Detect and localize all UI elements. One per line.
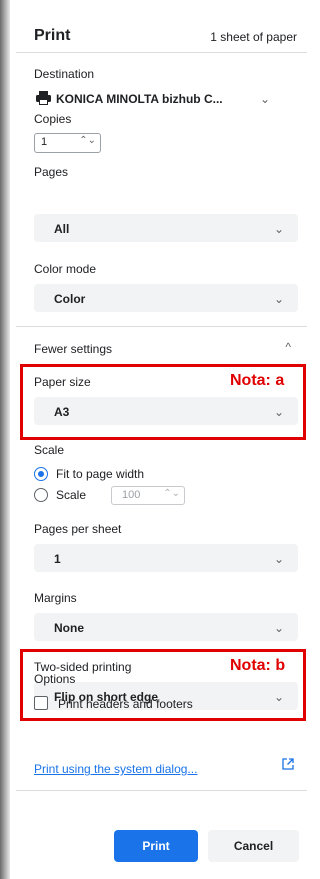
copies-label: Copies: [34, 112, 72, 126]
section-divider: [16, 326, 307, 327]
color-mode-label: Color mode: [34, 262, 97, 276]
footer-divider: [16, 790, 307, 791]
destination-select[interactable]: KONICA MINOLTA bizhub C... ⌄: [34, 89, 300, 113]
scale-input[interactable]: 100 ⌃⌄: [111, 486, 185, 505]
pages-label: Pages: [34, 165, 69, 179]
cancel-button[interactable]: Cancel: [208, 830, 299, 862]
color-mode-value: Color: [54, 292, 86, 306]
scale-value: 100: [122, 489, 141, 501]
pages-select[interactable]: All ⌄: [34, 214, 298, 242]
annotation-label-a: Nota: a: [230, 372, 285, 389]
destination-label: Destination: [34, 67, 95, 81]
header-divider: [16, 52, 307, 53]
chevron-down-icon: ⌄: [273, 621, 284, 635]
fit-to-width-radio[interactable]: [34, 467, 48, 481]
annotation-label-b: Nota: b: [230, 657, 286, 674]
scale-label: Scale: [34, 443, 65, 457]
printer-icon: [36, 91, 51, 110]
fewer-settings-toggle[interactable]: Fewer settings: [34, 342, 112, 356]
print-button[interactable]: Print: [114, 830, 198, 862]
fit-to-width-label: Fit to page width: [56, 467, 145, 481]
chevron-up-icon[interactable]: ^: [285, 340, 291, 354]
margins-label: Margins: [34, 591, 77, 605]
system-dialog-link[interactable]: Print using the system dialog...: [34, 762, 197, 776]
dialog-title: Print: [34, 27, 71, 44]
chevron-down-icon: ⌄: [273, 292, 284, 306]
spinner-icon[interactable]: ⌃⌄: [163, 488, 180, 499]
color-mode-select[interactable]: Color ⌄: [34, 284, 298, 312]
spinner-icon[interactable]: ⌃⌄: [79, 135, 96, 146]
copies-value: 1: [41, 136, 48, 148]
pages-value: All: [54, 222, 70, 236]
sheet-count: 1 sheet of paper: [210, 30, 297, 44]
chevron-down-icon: ⌄: [273, 222, 284, 236]
copies-stepper[interactable]: 1 ⌃⌄: [34, 133, 101, 153]
external-link-icon[interactable]: [282, 758, 294, 773]
pages-per-sheet-select[interactable]: 1 ⌄: [34, 544, 298, 572]
custom-scale-label: Scale: [56, 488, 87, 502]
margins-value: None: [54, 621, 84, 635]
window-edge-shadow: [0, 0, 10, 879]
chevron-down-icon: ⌄: [260, 92, 271, 106]
pages-per-sheet-value: 1: [54, 552, 61, 566]
margins-select[interactable]: None ⌄: [34, 613, 298, 641]
custom-scale-radio[interactable]: [34, 488, 48, 502]
pages-per-sheet-label: Pages per sheet: [34, 522, 122, 536]
destination-value: KONICA MINOLTA bizhub C...: [56, 92, 223, 106]
chevron-down-icon: ⌄: [273, 552, 284, 566]
